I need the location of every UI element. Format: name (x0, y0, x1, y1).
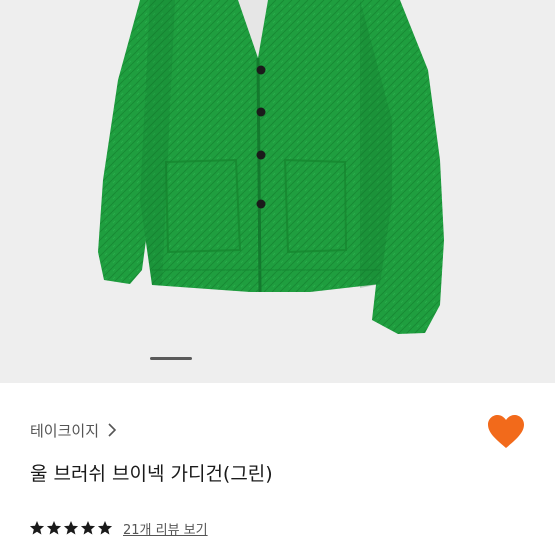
carousel-indicator (150, 357, 192, 360)
star-icon (46, 521, 62, 535)
star-icon (80, 521, 96, 535)
chevron-right-icon (107, 423, 121, 437)
reviews-link[interactable]: 21개 리뷰 보기 (123, 519, 208, 538)
star-rating (29, 520, 113, 536)
brand-name: 테이크이지 (30, 421, 100, 440)
green-cardigan-photo (98, 0, 444, 334)
product-title: 울 브러쉬 브이넥 가디건(그린) (30, 463, 273, 485)
rating-row: 21개 리뷰 보기 (29, 518, 208, 538)
heart-icon (488, 415, 524, 448)
star-icon (63, 521, 79, 535)
star-icon (29, 521, 45, 535)
product-image[interactable] (0, 0, 555, 383)
favorite-button[interactable] (486, 414, 526, 450)
brand-link[interactable]: 테이크이지 (30, 418, 121, 442)
star-icon (97, 521, 113, 535)
